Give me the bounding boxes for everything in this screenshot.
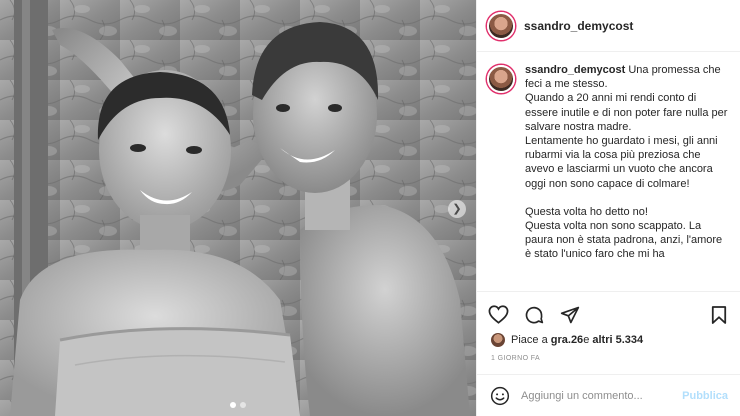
author-avatar[interactable] (487, 11, 515, 40)
share-icon (560, 306, 580, 323)
caption-line: Lentamente ho guardato i mesi, gli anni … (525, 135, 718, 190)
comment-input[interactable] (521, 389, 683, 402)
share-button[interactable] (559, 304, 581, 326)
comment-icon (525, 306, 544, 323)
next-photo-button[interactable]: ❯ (448, 200, 466, 218)
caption-avatar[interactable] (487, 65, 515, 93)
emoji-icon (490, 386, 510, 405)
comment-bar: Pubblica (477, 374, 740, 416)
emoji-button[interactable] (489, 385, 511, 407)
post-photo[interactable]: ❯ (0, 0, 476, 416)
post-header: ssandro_demycost (477, 0, 740, 52)
carousel-dots (0, 402, 476, 408)
chevron-right-icon: ❯ (452, 202, 462, 215)
post-side-panel: ssandro_demycost ssandro_demycost Una pr… (476, 0, 740, 416)
post-timestamp[interactable]: 1 giorno fa (491, 355, 540, 362)
liker-avatar (491, 333, 505, 347)
publish-button[interactable]: Pubblica (682, 390, 728, 402)
heart-icon (488, 305, 508, 324)
likes-others[interactable]: altri 5.334 (592, 334, 643, 346)
caption-line: Questa volta non sono scappato. La paura… (525, 220, 723, 261)
post-caption: ssandro_demycost Una promessa che feci a… (477, 63, 740, 291)
author-username[interactable]: ssandro_demycost (524, 19, 633, 33)
bookmark-icon (711, 305, 727, 324)
likes-summary[interactable]: Piace a gra.26 e altri 5.334 (491, 331, 643, 349)
caption-username[interactable]: ssandro_demycost (525, 64, 625, 76)
like-button[interactable] (487, 304, 509, 326)
save-button[interactable] (708, 304, 730, 326)
likes-user[interactable]: gra.26 (551, 334, 583, 346)
likes-middle: e (583, 334, 590, 346)
carousel-dot (240, 402, 246, 408)
caption-text: ssandro_demycost Una promessa che feci a… (525, 63, 730, 291)
comment-button[interactable] (523, 304, 545, 326)
post-photo-image (0, 0, 476, 416)
likes-prefix: Piace a (511, 334, 548, 346)
carousel-dot (230, 402, 236, 408)
caption-line: Questa volta ho detto no! (525, 205, 648, 218)
caption-line: Quando a 20 anni mi rendi conto di esser… (525, 92, 728, 133)
